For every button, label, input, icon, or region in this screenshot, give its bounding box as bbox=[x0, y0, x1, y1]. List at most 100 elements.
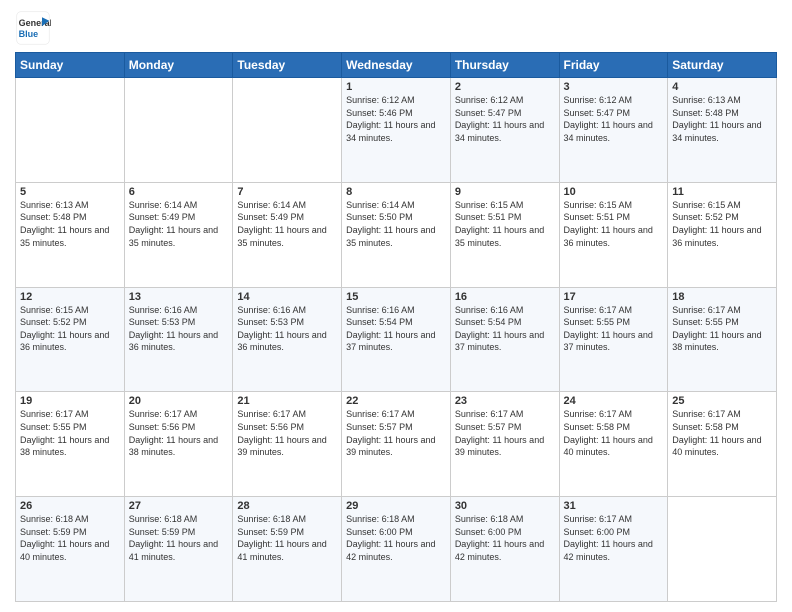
calendar-cell: 26Sunrise: 6:18 AM Sunset: 5:59 PM Dayli… bbox=[16, 497, 125, 602]
cell-daylight-info: Sunrise: 6:17 AM Sunset: 5:58 PM Dayligh… bbox=[564, 408, 664, 458]
cell-daylight-info: Sunrise: 6:16 AM Sunset: 5:53 PM Dayligh… bbox=[129, 304, 229, 354]
calendar-cell: 1Sunrise: 6:12 AM Sunset: 5:46 PM Daylig… bbox=[342, 78, 451, 183]
day-number: 16 bbox=[455, 291, 555, 303]
cell-daylight-info: Sunrise: 6:17 AM Sunset: 5:56 PM Dayligh… bbox=[129, 408, 229, 458]
calendar-header-row: SundayMondayTuesdayWednesdayThursdayFrid… bbox=[16, 53, 777, 78]
calendar-cell: 12Sunrise: 6:15 AM Sunset: 5:52 PM Dayli… bbox=[16, 287, 125, 392]
calendar-cell: 25Sunrise: 6:17 AM Sunset: 5:58 PM Dayli… bbox=[668, 392, 777, 497]
header-monday: Monday bbox=[124, 53, 233, 78]
day-number: 29 bbox=[346, 500, 446, 512]
calendar-cell: 5Sunrise: 6:13 AM Sunset: 5:48 PM Daylig… bbox=[16, 182, 125, 287]
day-number: 24 bbox=[564, 395, 664, 407]
cell-daylight-info: Sunrise: 6:15 AM Sunset: 5:52 PM Dayligh… bbox=[20, 304, 120, 354]
day-number: 7 bbox=[237, 186, 337, 198]
day-number: 3 bbox=[564, 81, 664, 93]
calendar-cell: 8Sunrise: 6:14 AM Sunset: 5:50 PM Daylig… bbox=[342, 182, 451, 287]
day-number: 5 bbox=[20, 186, 120, 198]
calendar-cell bbox=[233, 78, 342, 183]
svg-text:Blue: Blue bbox=[19, 29, 39, 39]
cell-daylight-info: Sunrise: 6:15 AM Sunset: 5:51 PM Dayligh… bbox=[564, 199, 664, 249]
cell-daylight-info: Sunrise: 6:14 AM Sunset: 5:49 PM Dayligh… bbox=[129, 199, 229, 249]
calendar-cell: 13Sunrise: 6:16 AM Sunset: 5:53 PM Dayli… bbox=[124, 287, 233, 392]
header-thursday: Thursday bbox=[450, 53, 559, 78]
calendar-cell: 28Sunrise: 6:18 AM Sunset: 5:59 PM Dayli… bbox=[233, 497, 342, 602]
cell-daylight-info: Sunrise: 6:17 AM Sunset: 6:00 PM Dayligh… bbox=[564, 513, 664, 563]
cell-daylight-info: Sunrise: 6:18 AM Sunset: 5:59 PM Dayligh… bbox=[129, 513, 229, 563]
cell-daylight-info: Sunrise: 6:15 AM Sunset: 5:52 PM Dayligh… bbox=[672, 199, 772, 249]
day-number: 23 bbox=[455, 395, 555, 407]
header-friday: Friday bbox=[559, 53, 668, 78]
calendar-cell: 22Sunrise: 6:17 AM Sunset: 5:57 PM Dayli… bbox=[342, 392, 451, 497]
cell-daylight-info: Sunrise: 6:14 AM Sunset: 5:49 PM Dayligh… bbox=[237, 199, 337, 249]
calendar-cell: 29Sunrise: 6:18 AM Sunset: 6:00 PM Dayli… bbox=[342, 497, 451, 602]
day-number: 28 bbox=[237, 500, 337, 512]
calendar-cell: 6Sunrise: 6:14 AM Sunset: 5:49 PM Daylig… bbox=[124, 182, 233, 287]
calendar-cell: 17Sunrise: 6:17 AM Sunset: 5:55 PM Dayli… bbox=[559, 287, 668, 392]
calendar-cell: 9Sunrise: 6:15 AM Sunset: 5:51 PM Daylig… bbox=[450, 182, 559, 287]
cell-daylight-info: Sunrise: 6:16 AM Sunset: 5:54 PM Dayligh… bbox=[346, 304, 446, 354]
cell-daylight-info: Sunrise: 6:18 AM Sunset: 5:59 PM Dayligh… bbox=[237, 513, 337, 563]
calendar-cell: 15Sunrise: 6:16 AM Sunset: 5:54 PM Dayli… bbox=[342, 287, 451, 392]
day-number: 1 bbox=[346, 81, 446, 93]
cell-daylight-info: Sunrise: 6:17 AM Sunset: 5:56 PM Dayligh… bbox=[237, 408, 337, 458]
cell-daylight-info: Sunrise: 6:13 AM Sunset: 5:48 PM Dayligh… bbox=[672, 94, 772, 144]
calendar-cell: 23Sunrise: 6:17 AM Sunset: 5:57 PM Dayli… bbox=[450, 392, 559, 497]
calendar-week-row: 12Sunrise: 6:15 AM Sunset: 5:52 PM Dayli… bbox=[16, 287, 777, 392]
day-number: 10 bbox=[564, 186, 664, 198]
calendar-week-row: 5Sunrise: 6:13 AM Sunset: 5:48 PM Daylig… bbox=[16, 182, 777, 287]
logo: General Blue bbox=[15, 10, 55, 46]
day-number: 14 bbox=[237, 291, 337, 303]
calendar-cell bbox=[668, 497, 777, 602]
cell-daylight-info: Sunrise: 6:18 AM Sunset: 5:59 PM Dayligh… bbox=[20, 513, 120, 563]
header: General Blue bbox=[15, 10, 777, 46]
day-number: 25 bbox=[672, 395, 772, 407]
day-number: 12 bbox=[20, 291, 120, 303]
day-number: 18 bbox=[672, 291, 772, 303]
day-number: 13 bbox=[129, 291, 229, 303]
day-number: 9 bbox=[455, 186, 555, 198]
calendar-cell: 4Sunrise: 6:13 AM Sunset: 5:48 PM Daylig… bbox=[668, 78, 777, 183]
day-number: 21 bbox=[237, 395, 337, 407]
generalblue-logo-icon: General Blue bbox=[15, 10, 51, 46]
cell-daylight-info: Sunrise: 6:17 AM Sunset: 5:57 PM Dayligh… bbox=[455, 408, 555, 458]
header-tuesday: Tuesday bbox=[233, 53, 342, 78]
calendar-cell: 18Sunrise: 6:17 AM Sunset: 5:55 PM Dayli… bbox=[668, 287, 777, 392]
calendar-cell bbox=[124, 78, 233, 183]
calendar-cell: 27Sunrise: 6:18 AM Sunset: 5:59 PM Dayli… bbox=[124, 497, 233, 602]
calendar-cell: 19Sunrise: 6:17 AM Sunset: 5:55 PM Dayli… bbox=[16, 392, 125, 497]
day-number: 8 bbox=[346, 186, 446, 198]
calendar-cell: 30Sunrise: 6:18 AM Sunset: 6:00 PM Dayli… bbox=[450, 497, 559, 602]
calendar-week-row: 1Sunrise: 6:12 AM Sunset: 5:46 PM Daylig… bbox=[16, 78, 777, 183]
calendar-cell bbox=[16, 78, 125, 183]
calendar-cell: 14Sunrise: 6:16 AM Sunset: 5:53 PM Dayli… bbox=[233, 287, 342, 392]
cell-daylight-info: Sunrise: 6:18 AM Sunset: 6:00 PM Dayligh… bbox=[346, 513, 446, 563]
cell-daylight-info: Sunrise: 6:14 AM Sunset: 5:50 PM Dayligh… bbox=[346, 199, 446, 249]
cell-daylight-info: Sunrise: 6:13 AM Sunset: 5:48 PM Dayligh… bbox=[20, 199, 120, 249]
calendar-week-row: 26Sunrise: 6:18 AM Sunset: 5:59 PM Dayli… bbox=[16, 497, 777, 602]
day-number: 22 bbox=[346, 395, 446, 407]
calendar-cell: 24Sunrise: 6:17 AM Sunset: 5:58 PM Dayli… bbox=[559, 392, 668, 497]
header-wednesday: Wednesday bbox=[342, 53, 451, 78]
calendar-cell: 20Sunrise: 6:17 AM Sunset: 5:56 PM Dayli… bbox=[124, 392, 233, 497]
calendar-cell: 21Sunrise: 6:17 AM Sunset: 5:56 PM Dayli… bbox=[233, 392, 342, 497]
day-number: 11 bbox=[672, 186, 772, 198]
day-number: 27 bbox=[129, 500, 229, 512]
calendar-cell: 31Sunrise: 6:17 AM Sunset: 6:00 PM Dayli… bbox=[559, 497, 668, 602]
cell-daylight-info: Sunrise: 6:17 AM Sunset: 5:55 PM Dayligh… bbox=[564, 304, 664, 354]
cell-daylight-info: Sunrise: 6:12 AM Sunset: 5:47 PM Dayligh… bbox=[564, 94, 664, 144]
day-number: 26 bbox=[20, 500, 120, 512]
day-number: 31 bbox=[564, 500, 664, 512]
cell-daylight-info: Sunrise: 6:12 AM Sunset: 5:47 PM Dayligh… bbox=[455, 94, 555, 144]
cell-daylight-info: Sunrise: 6:16 AM Sunset: 5:53 PM Dayligh… bbox=[237, 304, 337, 354]
day-number: 30 bbox=[455, 500, 555, 512]
calendar-week-row: 19Sunrise: 6:17 AM Sunset: 5:55 PM Dayli… bbox=[16, 392, 777, 497]
cell-daylight-info: Sunrise: 6:12 AM Sunset: 5:46 PM Dayligh… bbox=[346, 94, 446, 144]
day-number: 20 bbox=[129, 395, 229, 407]
cell-daylight-info: Sunrise: 6:17 AM Sunset: 5:55 PM Dayligh… bbox=[672, 304, 772, 354]
calendar-table: SundayMondayTuesdayWednesdayThursdayFrid… bbox=[15, 52, 777, 602]
cell-daylight-info: Sunrise: 6:16 AM Sunset: 5:54 PM Dayligh… bbox=[455, 304, 555, 354]
calendar-cell: 16Sunrise: 6:16 AM Sunset: 5:54 PM Dayli… bbox=[450, 287, 559, 392]
day-number: 17 bbox=[564, 291, 664, 303]
day-number: 6 bbox=[129, 186, 229, 198]
day-number: 19 bbox=[20, 395, 120, 407]
